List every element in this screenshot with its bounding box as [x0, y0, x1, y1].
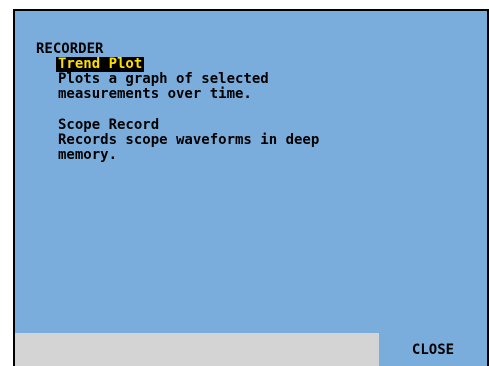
softkey-f1[interactable]	[15, 333, 106, 366]
softkey-f4[interactable]	[288, 333, 379, 366]
instrument-screen: RECORDER Trend Plot Plots a graph of sel…	[13, 9, 489, 366]
menu-item-description-trend-plot: Plots a graph of selected measurements o…	[58, 71, 269, 102]
menu-item-scope-record[interactable]: Scope Record Records scope waveforms in …	[56, 118, 477, 163]
close-button[interactable]: CLOSE	[379, 333, 487, 366]
softkey-bar: CLOSE	[15, 333, 487, 366]
menu-item-label-scope-record[interactable]: Scope Record	[56, 118, 161, 133]
softkey-f3[interactable]	[197, 333, 288, 366]
menu-content: RECORDER Trend Plot Plots a graph of sel…	[36, 42, 477, 163]
menu-title: RECORDER	[36, 41, 104, 57]
menu-item-description-scope-record: Records scope waveforms in deep memory.	[58, 132, 320, 163]
menu-item-trend-plot[interactable]: Trend Plot Plots a graph of selected mea…	[56, 57, 477, 102]
menu-spacer	[36, 102, 477, 118]
menu-item-label-trend-plot[interactable]: Trend Plot	[56, 57, 145, 72]
menu-panel: RECORDER Trend Plot Plots a graph of sel…	[15, 11, 487, 366]
softkey-f2[interactable]	[106, 333, 197, 366]
